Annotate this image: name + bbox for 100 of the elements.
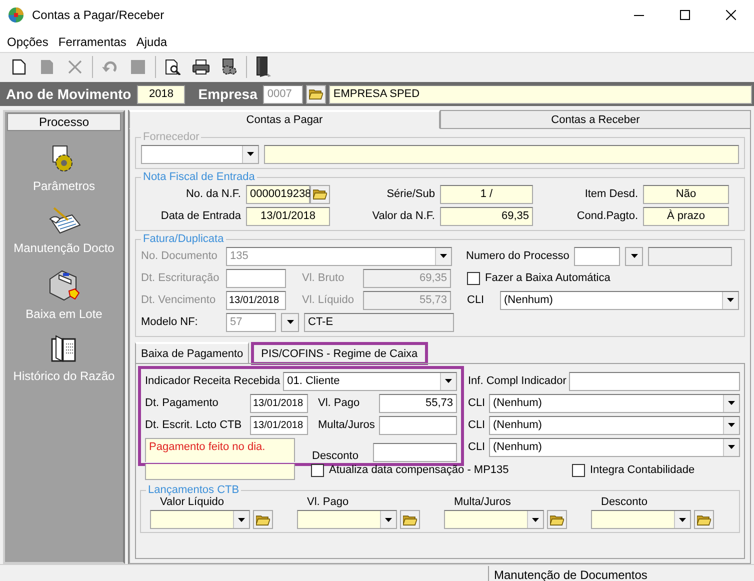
info-field[interactable] bbox=[569, 372, 740, 390]
open-book-icon bbox=[50, 335, 78, 363]
series-field[interactable]: 1 / bbox=[440, 184, 533, 204]
caret-icon bbox=[247, 152, 254, 156]
column-label: Vl. Pago bbox=[306, 496, 349, 508]
nf-value-field[interactable]: 69,35 bbox=[440, 206, 533, 226]
company-label: Empresa bbox=[198, 86, 258, 102]
folder-icon bbox=[309, 88, 324, 100]
folder-button[interactable] bbox=[253, 510, 273, 529]
supplier-name-field[interactable] bbox=[264, 144, 739, 164]
folder-button[interactable] bbox=[306, 84, 326, 104]
maximize-icon bbox=[680, 10, 690, 20]
field-label: CLI bbox=[468, 441, 486, 453]
caret-icon bbox=[532, 518, 539, 522]
indicator-dropdown[interactable]: 01. Cliente bbox=[283, 372, 457, 390]
caret-icon bbox=[728, 423, 735, 427]
field-label: Indicador Receita Recebida bbox=[145, 375, 280, 387]
printer-icon bbox=[192, 58, 210, 74]
field-label: Multa/Juros bbox=[318, 419, 376, 431]
year-field[interactable]: 2018 bbox=[137, 84, 186, 104]
group-title: Nota Fiscal de Entrada bbox=[142, 171, 256, 183]
gears-icon bbox=[221, 58, 237, 76]
field-label: Vl. Líquido bbox=[302, 294, 355, 306]
app-icon bbox=[8, 7, 24, 23]
payment-condition-field[interactable]: À prazo bbox=[643, 206, 729, 226]
checkbox[interactable] bbox=[311, 464, 324, 477]
cli-dropdown[interactable]: (Nenhum) bbox=[489, 394, 740, 412]
caret-icon bbox=[728, 401, 735, 405]
field-label: Item Desd. bbox=[584, 188, 638, 200]
caret-icon bbox=[286, 320, 294, 324]
interest-field[interactable] bbox=[379, 416, 457, 434]
entry-date-field[interactable]: 13/01/2018 bbox=[246, 206, 330, 226]
account-dropdown[interactable] bbox=[150, 510, 250, 529]
menu-item[interactable]: Opções bbox=[2, 33, 54, 49]
supplier-dropdown[interactable] bbox=[141, 144, 259, 164]
minimize-icon bbox=[634, 14, 644, 16]
tab[interactable]: Baixa de Pagamento bbox=[135, 342, 250, 363]
caret-icon bbox=[238, 518, 245, 522]
delete-icon bbox=[68, 60, 82, 74]
field-label: Dt. Escrituração bbox=[141, 272, 220, 284]
field-label: Série/Sub bbox=[386, 188, 435, 200]
menu-item[interactable]: Ajuda bbox=[131, 33, 172, 49]
sidebar-title: Processo bbox=[7, 113, 121, 131]
field-label: No. Documento bbox=[141, 250, 218, 262]
paid-value-field[interactable]: 55,73 bbox=[379, 394, 457, 412]
group-title: Lançamentos CTB bbox=[147, 484, 240, 496]
folder-button[interactable] bbox=[400, 510, 420, 529]
caret-icon bbox=[385, 518, 392, 522]
year-label: Ano de Movimento bbox=[6, 86, 132, 102]
field-label: No. da N.F. bbox=[184, 188, 241, 200]
item-field[interactable]: Não bbox=[643, 184, 729, 204]
field-label: Desconto bbox=[312, 450, 360, 462]
tab[interactable]: PIS/COFINS - Regime de Caixa bbox=[253, 344, 426, 363]
account-dropdown[interactable] bbox=[444, 510, 544, 529]
field-label: Modelo NF: bbox=[141, 316, 199, 328]
tab[interactable]: Contas a Pagar bbox=[129, 110, 440, 129]
discount-field[interactable] bbox=[373, 443, 457, 462]
date-field[interactable] bbox=[226, 268, 286, 288]
account-dropdown[interactable] bbox=[297, 510, 397, 529]
new-page-icon bbox=[12, 58, 26, 74]
print-preview-icon bbox=[165, 58, 181, 74]
field-label: Vl. Pago bbox=[318, 397, 361, 409]
cli-dropdown[interactable]: (Nenhum) bbox=[489, 416, 740, 434]
folder-button[interactable] bbox=[547, 510, 567, 529]
caret-icon bbox=[445, 379, 452, 383]
column-label: Valor Líquido bbox=[159, 496, 224, 508]
caret-icon bbox=[728, 445, 735, 449]
checkbox[interactable] bbox=[467, 272, 480, 284]
folder-icon bbox=[313, 188, 327, 200]
account-dropdown[interactable] bbox=[591, 510, 691, 529]
undo-icon bbox=[102, 60, 118, 72]
cli-dropdown[interactable]: (Nenhum) bbox=[500, 290, 739, 310]
folder-button[interactable] bbox=[310, 184, 330, 204]
note-field[interactable]: Pagamento feito no dia. bbox=[145, 438, 295, 462]
group-title: Fatura/Duplicata bbox=[142, 233, 225, 245]
payment-date-field[interactable]: 13/01/2018 bbox=[250, 394, 308, 412]
folder-button[interactable] bbox=[694, 510, 714, 529]
field-label: Vl. Bruto bbox=[302, 272, 346, 284]
field-label: Dt. Vencimento bbox=[141, 294, 217, 306]
dropdown-button[interactable] bbox=[625, 246, 644, 266]
folder-icon bbox=[550, 514, 564, 526]
company-name-field[interactable]: EMPRESA SPED bbox=[329, 84, 752, 104]
model-name-field[interactable]: CT-E bbox=[304, 312, 454, 332]
checkbox[interactable] bbox=[572, 464, 585, 477]
caret-icon bbox=[679, 518, 686, 522]
dropdown-button[interactable] bbox=[281, 312, 299, 332]
process-name-field[interactable] bbox=[648, 246, 732, 266]
menu-item[interactable]: Ferramentas bbox=[53, 33, 132, 49]
checkbox-label: Fazer a Baixa Automática bbox=[485, 272, 610, 284]
column-label: Desconto bbox=[600, 496, 648, 508]
field-label: Numero do Processo bbox=[466, 250, 570, 262]
folder-icon bbox=[697, 514, 711, 526]
field-label: Valor da N.F. bbox=[371, 210, 435, 222]
door-icon bbox=[256, 56, 272, 78]
field-label: Data de Entrada bbox=[160, 210, 241, 222]
posting-date-field[interactable]: 13/01/2018 bbox=[250, 416, 308, 434]
nf-number-field[interactable]: 0000019238 bbox=[246, 184, 310, 204]
cli-dropdown[interactable]: (Nenhum) bbox=[489, 438, 740, 456]
tab[interactable]: Contas a Receber bbox=[440, 110, 751, 129]
process-field[interactable] bbox=[574, 246, 620, 266]
